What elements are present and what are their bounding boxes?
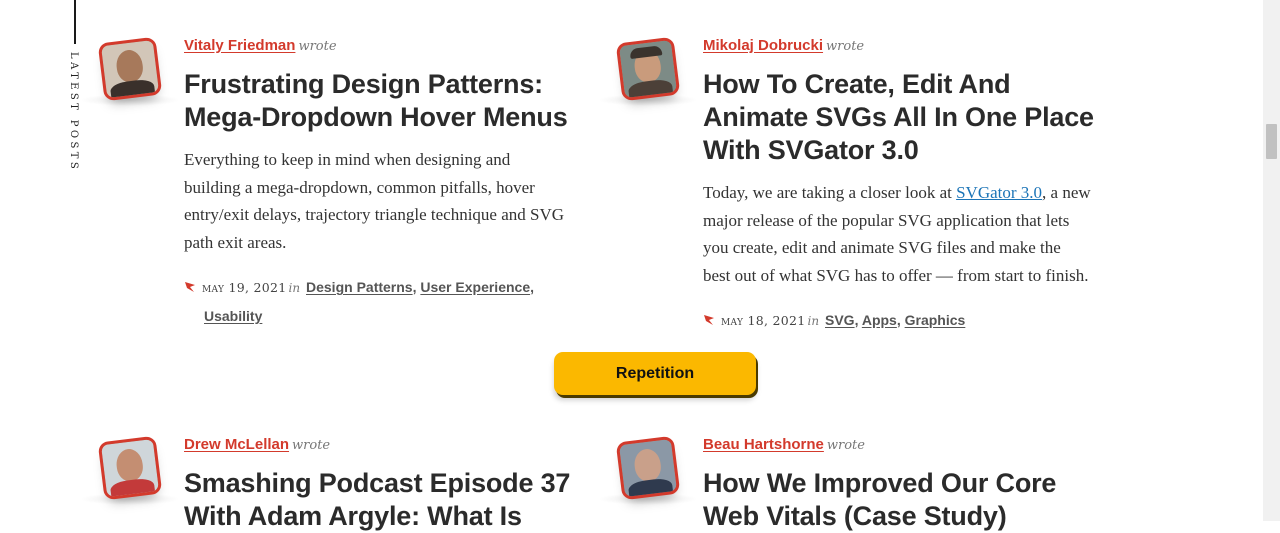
author-line: Beau Hartshorne wrote xyxy=(703,435,865,456)
author-line: Drew McLellan wrote xyxy=(184,435,330,456)
excerpt-line: entry/exit delays, trajectory triangle t… xyxy=(184,205,565,224)
wrote-label: wrote xyxy=(298,39,337,54)
tag-link[interactable]: Apps xyxy=(862,312,897,328)
post-excerpt: Today, we are taking a closer look at SV… xyxy=(703,179,1091,289)
post-title[interactable]: How We Improved Our Core Web Vitals (Cas… xyxy=(703,467,1056,533)
vertical-scrollbar[interactable] xyxy=(1263,0,1280,521)
section-divider-line xyxy=(74,0,76,44)
title-line[interactable]: Mega-Dropdown Hover Menus xyxy=(184,102,568,132)
in-label: in xyxy=(288,281,301,295)
author-link[interactable]: Vitaly Friedman xyxy=(184,37,295,54)
tag-link[interactable]: Usability xyxy=(204,308,262,324)
author-link[interactable]: Beau Hartshorne xyxy=(703,436,824,453)
title-line[interactable]: With Adam Argyle: What Is xyxy=(184,501,522,531)
post-date: May 18, 2021 xyxy=(721,313,806,328)
post-excerpt: Everything to keep in mind when designin… xyxy=(184,146,564,256)
excerpt-line: building a mega-dropdown, common pitfall… xyxy=(184,177,535,197)
title-line[interactable]: Frustrating Design Patterns: xyxy=(184,69,543,99)
tag-link[interactable]: Design Patterns xyxy=(306,279,413,295)
excerpt-line: major release of the popular SVG applica… xyxy=(703,210,1070,230)
title-line[interactable]: How We Improved Our Core xyxy=(703,468,1056,498)
in-label: in xyxy=(807,314,820,328)
author-avatar-vitaly[interactable] xyxy=(97,36,163,102)
author-avatar-beau[interactable] xyxy=(615,435,681,501)
title-line[interactable]: Animate SVGs All In One Place xyxy=(703,102,1094,132)
author-line: Mikolaj Dobrucki wrote xyxy=(703,36,864,57)
tag-link[interactable]: User Experience xyxy=(420,279,530,295)
repetition-button[interactable]: Repetition xyxy=(554,352,756,395)
latest-posts-label: Latest Posts xyxy=(68,52,79,173)
post-meta: May 18, 2021 in SVG, Apps, Graphics xyxy=(703,306,965,335)
author-avatar-mikolaj[interactable] xyxy=(615,36,681,102)
red-flag-icon xyxy=(184,274,196,292)
post-date: May 19, 2021 xyxy=(202,280,287,295)
excerpt-line: path exit areas. xyxy=(184,232,287,252)
tag-link[interactable]: SVG xyxy=(825,312,855,328)
post-meta: May 19, 2021 in Design Patterns, User Exp… xyxy=(184,273,534,330)
excerpt-text: Today, we are taking a closer look at xyxy=(703,183,957,202)
wrote-label: wrote xyxy=(826,39,865,54)
title-line[interactable]: Web Vitals (Case Study) xyxy=(703,501,1007,531)
red-flag-icon xyxy=(703,307,715,325)
tag-link[interactable]: Graphics xyxy=(905,312,966,328)
excerpt-line: Everything to keep in mind when designin… xyxy=(184,150,511,169)
wrote-label: wrote xyxy=(826,438,865,453)
excerpt-line: best out of what SVG has to offer — from… xyxy=(703,265,1089,285)
svgator-link[interactable]: SVGator 3.0 xyxy=(956,183,1042,202)
author-link[interactable]: Drew McLellan xyxy=(184,436,289,453)
author-avatar-drew[interactable] xyxy=(97,435,163,501)
excerpt-line: you create, edit and animate SVG files a… xyxy=(703,238,1061,257)
author-line: Vitaly Friedman wrote xyxy=(184,36,337,57)
scrollbar-thumb[interactable] xyxy=(1266,124,1277,159)
title-line[interactable]: With SVGator 3.0 xyxy=(703,135,919,165)
post-title[interactable]: How To Create, Edit And Animate SVGs All… xyxy=(703,68,1094,167)
excerpt-text: , a new xyxy=(1042,183,1091,202)
title-line[interactable]: Smashing Podcast Episode 37 xyxy=(184,468,570,498)
author-link[interactable]: Mikolaj Dobrucki xyxy=(703,37,823,54)
title-line[interactable]: How To Create, Edit And xyxy=(703,69,1011,99)
post-title[interactable]: Smashing Podcast Episode 37 With Adam Ar… xyxy=(184,467,570,533)
wrote-label: wrote xyxy=(292,438,331,453)
post-title[interactable]: Frustrating Design Patterns: Mega-Dropdo… xyxy=(184,68,568,134)
